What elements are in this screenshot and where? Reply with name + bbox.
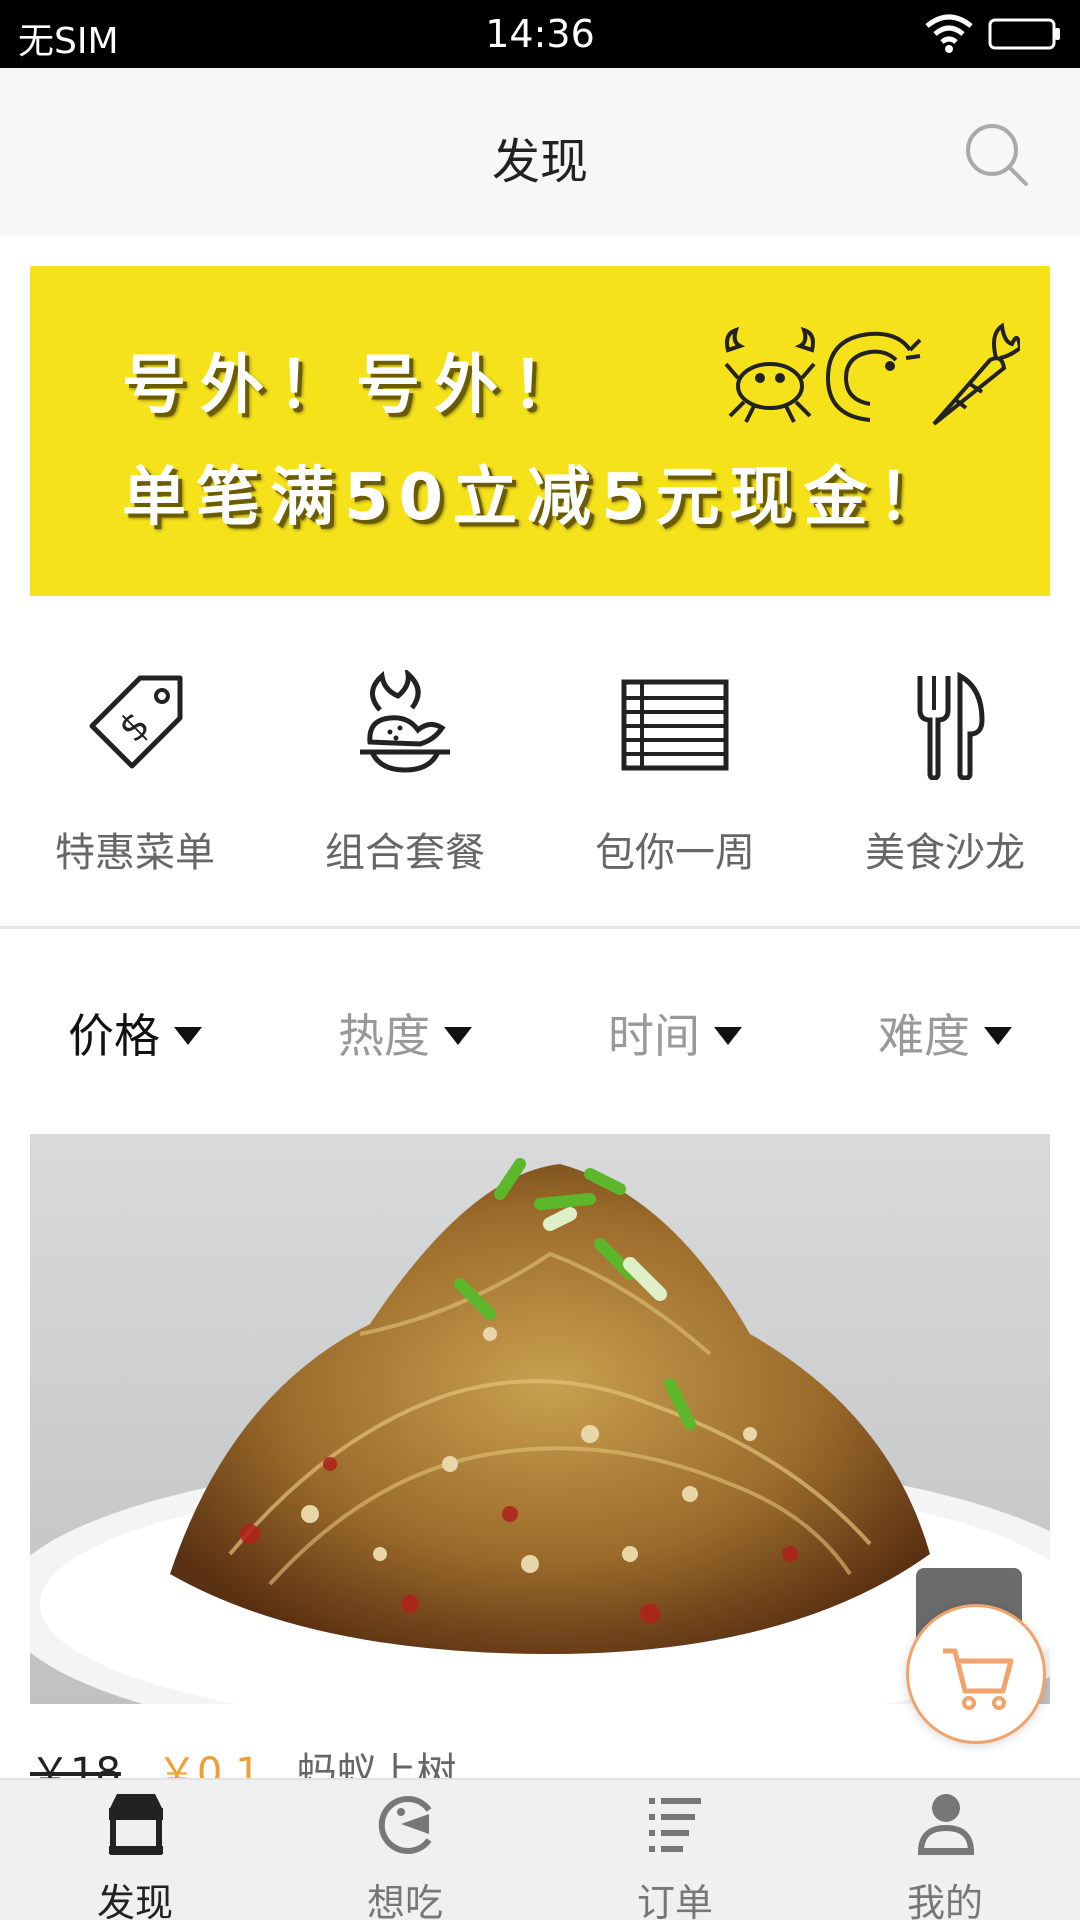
caret-down-icon xyxy=(984,1026,1012,1045)
tab-profile[interactable]: 我的 xyxy=(810,1780,1080,1920)
tab-wish[interactable]: 想吃 xyxy=(270,1780,540,1920)
filter-label: 时间 xyxy=(608,1009,700,1063)
wifi-icon xyxy=(925,14,973,53)
caret-down-icon xyxy=(174,1026,202,1045)
category-special-menu[interactable]: $ 特惠菜单 xyxy=(0,670,270,900)
promo-banner[interactable]: 号外！号外！ 单笔满50立减5元现金！ xyxy=(30,266,1050,596)
price-tag-icon: $ xyxy=(89,675,183,769)
tab-label: 订单 xyxy=(636,1881,713,1920)
category-label: 特惠菜单 xyxy=(55,830,215,876)
dish-combo-icon xyxy=(360,670,450,773)
carrot-icon xyxy=(932,322,1020,426)
user-icon xyxy=(917,1794,975,1855)
bottom-tab-bar: 发现 想吃 订单 我的 xyxy=(0,1778,1080,1920)
category-label: 组合套餐 xyxy=(325,830,485,876)
category-label: 包你一周 xyxy=(595,830,755,876)
list-icon xyxy=(649,1798,701,1852)
tab-label: 我的 xyxy=(906,1881,983,1920)
filter-label: 难度 xyxy=(878,1009,970,1063)
pacman-icon xyxy=(378,1796,432,1854)
cart-button[interactable] xyxy=(906,1604,1046,1744)
search-icon[interactable] xyxy=(962,120,1032,190)
filter-popularity[interactable]: 热度 xyxy=(270,1000,540,1070)
noodle-dish-photo xyxy=(30,1134,1050,1704)
fork-knife-icon xyxy=(917,671,985,780)
seafood-icons xyxy=(724,322,1020,426)
tab-label: 发现 xyxy=(96,1881,173,1920)
category-food-salon[interactable]: 美食沙龙 xyxy=(810,670,1080,900)
product-image[interactable] xyxy=(30,1134,1050,1704)
section-divider xyxy=(0,926,1080,929)
tab-label: 想吃 xyxy=(366,1881,443,1920)
status-bar: 无SIM 14:36 xyxy=(0,0,1080,68)
clock: 14:36 xyxy=(485,12,595,56)
filter-label: 热度 xyxy=(338,1009,430,1063)
filter-difficulty[interactable]: 难度 xyxy=(810,1000,1080,1070)
banner-line-2: 单笔满50立减5元现金！ xyxy=(122,461,952,535)
crab-icon xyxy=(724,326,816,423)
store-icon xyxy=(109,1794,163,1855)
filter-label: 价格 xyxy=(68,1009,160,1063)
battery-icon xyxy=(988,18,1060,50)
page-title: 发现 xyxy=(491,134,588,190)
banner-line-1: 号外！号外！ xyxy=(122,349,590,423)
caret-down-icon xyxy=(714,1026,742,1045)
tab-orders[interactable]: 订单 xyxy=(540,1780,810,1920)
tab-discover[interactable]: 发现 xyxy=(0,1780,270,1920)
app-header: 发现 xyxy=(0,68,1080,236)
caret-down-icon xyxy=(444,1026,472,1045)
category-weekly-plan[interactable]: 包你一周 xyxy=(540,670,810,900)
svg-text:$: $ xyxy=(110,703,158,751)
filter-time[interactable]: 时间 xyxy=(540,1000,810,1070)
category-combo-meal[interactable]: 组合套餐 xyxy=(270,670,540,900)
category-label: 美食沙龙 xyxy=(865,830,1025,876)
shrimp-icon xyxy=(825,331,922,422)
week-list-icon xyxy=(621,679,729,771)
cart-icon xyxy=(943,1648,1014,1710)
filter-price[interactable]: 价格 xyxy=(0,1000,270,1070)
